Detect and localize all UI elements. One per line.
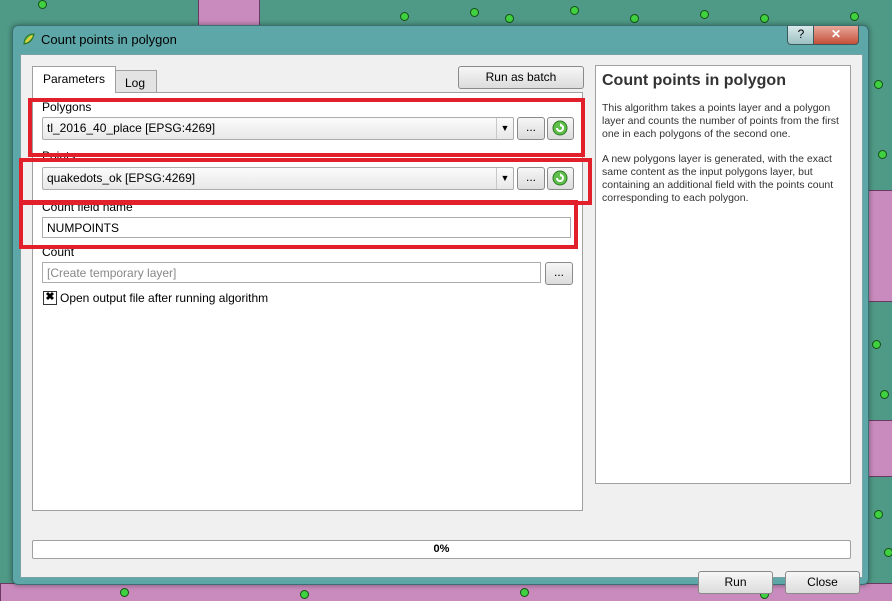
help-title: Count points in polygon [602, 72, 786, 89]
highlight-box-count-field [19, 200, 578, 249]
map-point [300, 590, 309, 599]
progress-bar: 0% [32, 540, 851, 559]
map-point [880, 390, 889, 399]
help-button[interactable]: ? [787, 26, 815, 45]
highlight-box-polygons [28, 98, 585, 157]
map-point [760, 14, 769, 23]
map-polygon [866, 420, 892, 477]
map-point [120, 588, 129, 597]
tab-parameters[interactable]: Parameters [32, 66, 116, 93]
map-point [850, 12, 859, 21]
qgis-logo-icon [21, 31, 37, 47]
close-button[interactable]: Close [785, 571, 860, 594]
count-output-input[interactable]: [Create temporary layer] [42, 262, 541, 283]
map-point [630, 14, 639, 23]
map-point [38, 0, 47, 9]
map-point [874, 80, 883, 89]
map-point [400, 12, 409, 21]
count-output-placeholder: [Create temporary layer] [47, 266, 177, 280]
window-title: Count points in polygon [41, 32, 177, 47]
map-point [874, 510, 883, 519]
map-point [700, 10, 709, 19]
help-description-1: This algorithm takes a points layer and … [602, 102, 839, 140]
window-close-button[interactable]: ✕ [813, 26, 859, 45]
map-point [872, 340, 881, 349]
map-point [520, 588, 529, 597]
open-output-label[interactable]: Open output file after running algorithm [60, 291, 268, 305]
open-output-checkbox[interactable]: ✖ [43, 291, 57, 305]
help-description-2: A new polygons layer is generated, with … [602, 153, 834, 204]
highlight-box-points [19, 158, 592, 205]
map-point [570, 6, 579, 15]
count-output-browse-button[interactable]: ... [545, 262, 573, 285]
run-button[interactable]: Run [698, 571, 773, 594]
map-point [470, 8, 479, 17]
map-point [878, 150, 887, 159]
title-bar[interactable]: Count points in polygon ? ✕ [13, 26, 868, 52]
help-panel: Count points in polygon This algorithm t… [595, 65, 851, 484]
run-as-batch-button[interactable]: Run as batch process... [458, 66, 584, 104]
map-point [884, 548, 892, 557]
map-point [505, 14, 514, 23]
